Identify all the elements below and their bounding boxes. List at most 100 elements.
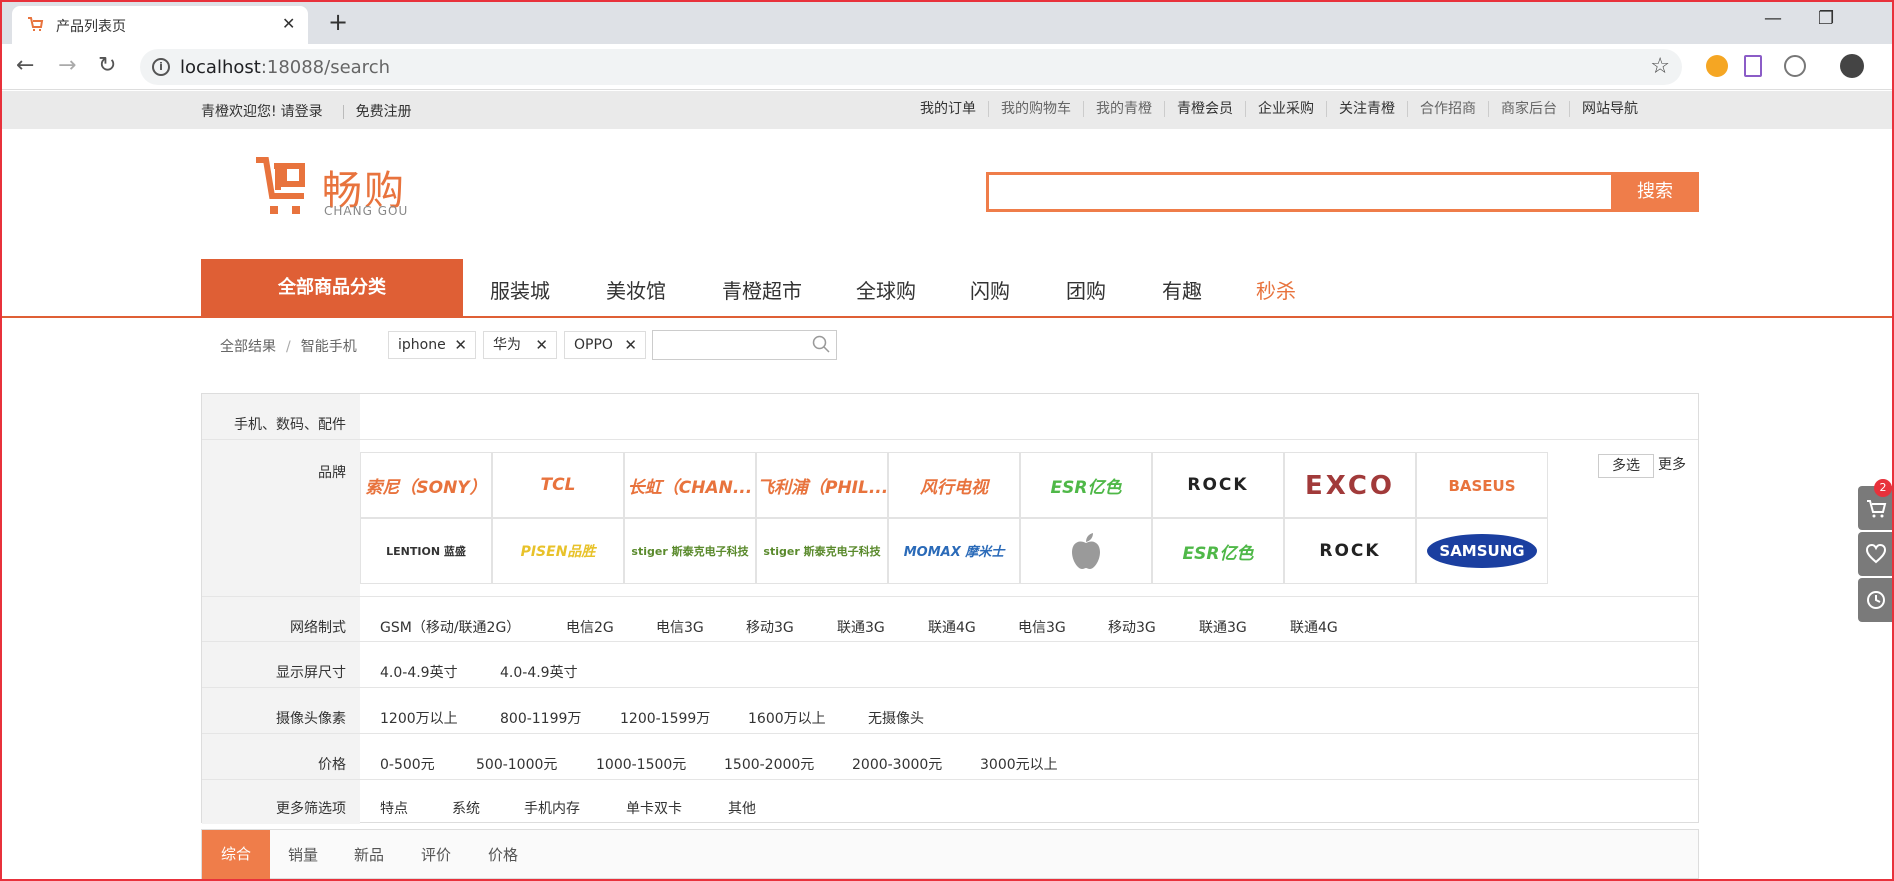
nav-link-flash[interactable]: 闪购 — [970, 275, 1010, 304]
top-link-sitemap[interactable]: 网站导航 — [1569, 101, 1650, 117]
minimize-icon[interactable]: — — [1764, 8, 1782, 29]
brand-stiger-2[interactable]: stiger 斯泰克电子科技 — [756, 518, 888, 584]
filter-option[interactable]: 4.0-4.9英寸 — [380, 662, 458, 682]
bookmark-star-icon[interactable]: ☆ — [1650, 54, 1670, 79]
brand-rock-2[interactable]: ROCK — [1284, 518, 1416, 584]
brand-funtv[interactable]: 风行电视 — [888, 452, 1020, 518]
filter-option[interactable]: 500-1000元 — [476, 754, 557, 774]
nav-link-fun[interactable]: 有趣 — [1162, 275, 1202, 304]
extension-hand-icon[interactable] — [1706, 55, 1728, 77]
float-history-button[interactable] — [1858, 578, 1892, 622]
filter-option[interactable]: 电信2G — [566, 617, 614, 637]
filter-option[interactable]: 800-1199万 — [500, 708, 581, 728]
sort-comprehensive[interactable]: 综合 — [202, 830, 270, 879]
filter-option[interactable]: 1200万以上 — [380, 708, 458, 728]
filter-option[interactable]: 其他 — [728, 798, 756, 818]
profile-avatar-icon[interactable] — [1840, 54, 1864, 78]
brand-lention[interactable]: LENTION 蓝盛 — [360, 518, 492, 584]
browser-tab[interactable]: 产品列表页 ✕ — [12, 6, 308, 44]
brand-pisen[interactable]: PISEN品胜 — [492, 518, 624, 584]
pdf-extension-icon[interactable] — [1744, 55, 1762, 77]
new-tab-icon[interactable]: + — [328, 8, 348, 36]
nav-link-group[interactable]: 团购 — [1066, 275, 1106, 304]
brand-sony[interactable]: 索尼（SONY） — [360, 452, 492, 518]
brand-changhong[interactable]: 长虹（CHAN... — [624, 452, 756, 518]
brand-esr-2[interactable]: ESR亿色 — [1152, 518, 1284, 584]
top-link-cart[interactable]: 我的购物车 — [988, 101, 1083, 117]
brand-samsung[interactable]: SAMSUNG — [1416, 518, 1548, 584]
top-link-partner[interactable]: 合作招商 — [1407, 101, 1488, 117]
breadcrumb: 全部结果 / 智能手机 — [220, 339, 357, 355]
filter-option[interactable]: GSM（移动/联通2G） — [380, 617, 520, 637]
sort-reviews[interactable]: 评价 — [421, 844, 451, 865]
search-button[interactable]: 搜索 — [1611, 172, 1699, 212]
filter-option[interactable]: 特点 — [380, 798, 408, 818]
filter-option[interactable]: 联通4G — [1290, 617, 1338, 637]
filter-option[interactable]: 1500-2000元 — [724, 754, 814, 774]
filter-option[interactable]: 移动3G — [746, 617, 794, 637]
float-favorite-button[interactable] — [1858, 532, 1892, 576]
top-link-merchant[interactable]: 商家后台 — [1488, 101, 1569, 117]
sort-new[interactable]: 新品 — [354, 844, 384, 865]
nav-link-beauty[interactable]: 美妆馆 — [606, 275, 666, 304]
brand-apple[interactable] — [1020, 518, 1152, 584]
filter-option[interactable]: 单卡双卡 — [626, 798, 682, 818]
nav-link-supermarket[interactable]: 青橙超市 — [722, 275, 802, 304]
register-link[interactable]: 免费注册 — [356, 104, 412, 120]
brand-philips[interactable]: 飞利浦（PHIL... — [756, 452, 888, 518]
sort-price[interactable]: 价格 — [488, 844, 518, 865]
nav-link-clothing[interactable]: 服装城 — [490, 275, 550, 304]
refine-search-input[interactable] — [652, 330, 837, 360]
brand-tcl[interactable]: TCL — [492, 452, 624, 518]
crumb-root[interactable]: 全部结果 — [220, 339, 276, 355]
top-link-orders[interactable]: 我的订单 — [920, 101, 988, 117]
all-categories-button[interactable]: 全部商品分类 — [201, 259, 463, 317]
filter-option[interactable]: 4.0-4.9英寸 — [500, 662, 578, 682]
filter-option[interactable]: 联通4G — [928, 617, 976, 637]
filter-option[interactable]: 系统 — [452, 798, 480, 818]
multi-select-button[interactable]: 多选 — [1598, 454, 1654, 478]
extension-y-icon[interactable] — [1784, 55, 1806, 77]
site-info-icon[interactable]: i — [152, 58, 170, 76]
login-link[interactable]: 请登录 — [281, 104, 323, 120]
filter-option[interactable]: 1600万以上 — [748, 708, 826, 728]
restore-icon[interactable]: ❐ — [1818, 8, 1834, 29]
nav-link-seckill[interactable]: 秒杀 — [1256, 275, 1296, 304]
filter-option[interactable]: 1200-1599万 — [620, 708, 710, 728]
nav-link-global[interactable]: 全球购 — [856, 275, 916, 304]
brand-stiger-1[interactable]: stiger 斯泰克电子科技 — [624, 518, 756, 584]
filter-option[interactable]: 0-500元 — [380, 754, 435, 774]
filter-option[interactable]: 3000元以上 — [980, 754, 1058, 774]
remove-tag-icon[interactable]: ✕ — [535, 332, 548, 358]
top-link-enterprise[interactable]: 企业采购 — [1245, 101, 1326, 117]
brand-baseus[interactable]: BASEUS — [1416, 452, 1548, 518]
search-input[interactable] — [986, 172, 1611, 212]
filter-option[interactable]: 电信3G — [1018, 617, 1066, 637]
filter-option[interactable]: 1000-1500元 — [596, 754, 686, 774]
brand-momax[interactable]: MOMAX 摩米士 — [888, 518, 1020, 584]
search-icon[interactable] — [812, 335, 830, 353]
brand-esr[interactable]: ESR亿色 — [1020, 452, 1152, 518]
more-brands-link[interactable]: 更多 — [1658, 454, 1686, 474]
filter-option[interactable]: 移动3G — [1108, 617, 1156, 637]
filter-option[interactable]: 无摄像头 — [868, 708, 924, 728]
filter-option[interactable]: 手机内存 — [524, 798, 580, 818]
remove-tag-icon[interactable]: ✕ — [454, 332, 467, 358]
filter-option[interactable]: 2000-3000元 — [852, 754, 942, 774]
url-input[interactable]: i localhost:18088/search ☆ — [140, 49, 1682, 85]
top-link-follow[interactable]: 关注青橙 — [1326, 101, 1407, 117]
reload-icon[interactable]: ↻ — [98, 53, 116, 78]
forward-icon[interactable]: → — [58, 53, 76, 78]
filter-option[interactable]: 电信3G — [656, 617, 704, 637]
close-tab-icon[interactable]: ✕ — [282, 14, 295, 33]
top-link-my[interactable]: 我的青橙 — [1083, 101, 1164, 117]
filter-option[interactable]: 联通3G — [1199, 617, 1247, 637]
sort-sales[interactable]: 销量 — [288, 844, 318, 865]
top-link-member[interactable]: 青橙会员 — [1164, 101, 1245, 117]
filter-option[interactable]: 联通3G — [837, 617, 885, 637]
brand-exco[interactable]: EXCO — [1284, 452, 1416, 518]
back-icon[interactable]: ← — [16, 53, 34, 78]
brand-rock[interactable]: ROCK — [1152, 452, 1284, 518]
site-logo[interactable]: 畅购 CHANG GOU — [254, 156, 424, 220]
remove-tag-icon[interactable]: ✕ — [624, 332, 637, 358]
